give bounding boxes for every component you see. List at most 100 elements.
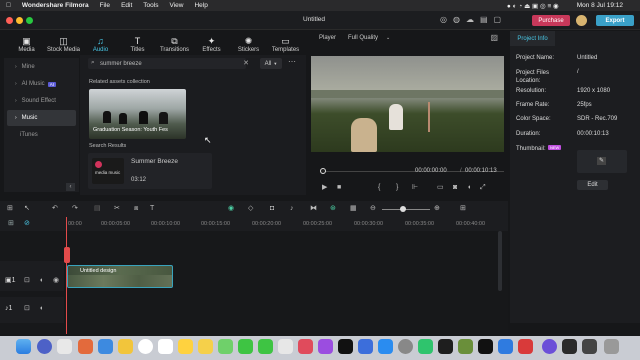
zoom-slider-handle[interactable] xyxy=(400,206,406,212)
chrome-icon[interactable] xyxy=(138,339,153,354)
clear-search-icon[interactable]: ✕ xyxy=(243,59,249,67)
preview-video[interactable] xyxy=(311,56,504,152)
filter-dropdown[interactable]: All ▼ xyxy=(260,58,282,69)
quality-dropdown[interactable]: Full Quality ⌄ xyxy=(348,35,390,41)
launchpad-icon[interactable] xyxy=(57,339,72,354)
fullscreen-icon[interactable]: ⤢ xyxy=(480,184,486,192)
maps-icon[interactable] xyxy=(218,339,233,354)
tab-titles[interactable]: T Titles xyxy=(119,31,156,55)
video-clip[interactable]: Untitled design xyxy=(67,265,173,288)
snapshot-icon[interactable]: ▨ xyxy=(490,33,498,42)
keynote-icon[interactable] xyxy=(358,339,373,354)
vertical-scrollbar[interactable] xyxy=(498,231,502,291)
tab-templates[interactable]: ▭ Templates xyxy=(267,31,304,55)
edit-pencil-icon[interactable]: ✎ xyxy=(597,157,606,165)
undo-icon[interactable]: ↶ xyxy=(52,205,58,213)
filmora-icon[interactable] xyxy=(562,339,577,354)
sidebar-item-ai-music[interactable]: › AI Music AI xyxy=(7,76,76,92)
menu-tools[interactable]: Tools xyxy=(143,2,158,9)
trash-icon[interactable] xyxy=(604,339,619,354)
capcut-icon[interactable] xyxy=(478,339,493,354)
text-icon[interactable]: T xyxy=(150,205,154,213)
lock-icon[interactable]: ⊡ xyxy=(24,277,30,285)
ai-assist-icon[interactable]: ◉ xyxy=(228,205,234,213)
zoom-slider[interactable] xyxy=(382,209,430,210)
crop-icon[interactable]: ⧈ xyxy=(134,205,138,213)
delete-icon[interactable]: ▤ xyxy=(94,205,101,213)
timeline-ruler[interactable]: ⊞ ⊘ 00:00 00:00:05:00 00:00:10:00 00:00:… xyxy=(0,217,508,231)
thumbnail-box[interactable]: ✎ xyxy=(577,150,627,173)
mark-in-icon[interactable]: { xyxy=(378,184,380,192)
whatsapp-icon[interactable] xyxy=(418,339,433,354)
tab-media[interactable]: ▣ Media xyxy=(8,31,45,55)
tab-project-info[interactable]: Project Info xyxy=(510,31,555,46)
title-tool-icons[interactable]: ◎◍☁▤▢ xyxy=(440,15,507,24)
sidebar-item-itunes[interactable]: iTunes xyxy=(7,127,76,143)
settings-icon[interactable] xyxy=(398,339,413,354)
notes-icon[interactable] xyxy=(118,339,133,354)
playhead-handle[interactable] xyxy=(64,247,70,263)
minecraft-icon[interactable] xyxy=(458,339,473,354)
sidebar-item-sound-effect[interactable]: › Sound Effect xyxy=(7,93,76,109)
tv-icon[interactable] xyxy=(338,339,353,354)
export-button[interactable]: Export xyxy=(596,15,634,26)
menu-edit[interactable]: Edit xyxy=(121,2,132,9)
facetime-icon[interactable] xyxy=(258,339,273,354)
display-icon[interactable]: ▭ xyxy=(437,184,444,192)
finder-icon[interactable] xyxy=(16,339,31,354)
volume-icon[interactable]: ◖ xyxy=(467,184,471,192)
edit-button[interactable]: Edit xyxy=(577,180,608,190)
stop-icon[interactable]: ■ xyxy=(337,184,341,192)
apple-icon[interactable]:  xyxy=(6,2,11,9)
minimize-window-button[interactable] xyxy=(16,17,23,24)
app-menu[interactable]: Wondershare Filmora xyxy=(22,2,89,9)
close-window-button[interactable] xyxy=(6,17,13,24)
effects-track-icon[interactable]: ⧓ xyxy=(310,205,317,213)
menu-view[interactable]: View xyxy=(169,2,183,9)
sidebar-item-mine[interactable]: › Mine xyxy=(7,59,76,75)
messages-icon[interactable] xyxy=(238,339,253,354)
shield-icon[interactable]: ◘ xyxy=(270,205,274,213)
tab-stock-media[interactable]: ◫ Stock Media xyxy=(45,31,82,55)
grid-icon[interactable]: ⊞ xyxy=(460,205,466,213)
mute-icon[interactable]: ◖ xyxy=(39,305,43,313)
layout-icon[interactable]: ⊞ xyxy=(7,205,13,213)
redo-icon[interactable]: ↷ xyxy=(72,205,78,213)
collapse-sidebar-button[interactable]: ‹ xyxy=(66,183,75,191)
select-tool-icon[interactable]: ↖ xyxy=(24,205,30,213)
cut-icon[interactable]: ✂ xyxy=(114,205,120,213)
menu-help[interactable]: Help xyxy=(194,2,207,9)
clock[interactable]: Mon 8 Jul 19:12 xyxy=(577,2,623,9)
split-icon[interactable]: ⊩ xyxy=(412,184,418,192)
calendar-icon[interactable] xyxy=(158,339,173,354)
stickies-icon[interactable] xyxy=(198,339,213,354)
mute-icon[interactable]: ◖ xyxy=(39,277,43,285)
mark-out-icon[interactable]: } xyxy=(396,184,398,192)
shield-app-icon[interactable] xyxy=(518,339,533,354)
tab-transitions[interactable]: ⧉ Transitions xyxy=(156,31,193,55)
status-icons[interactable]: ● ◐ ◔ ⏏ ▣ ◎ ≡ ◉ xyxy=(507,2,559,10)
search-input[interactable]: ⌕ summer breeze ✕ xyxy=(88,58,249,69)
list-item[interactable]: media music Summer Breeze 03:12 xyxy=(88,153,212,189)
zoom-out-icon[interactable]: ⊖ xyxy=(370,205,376,213)
reminders-icon[interactable] xyxy=(178,339,193,354)
more-options-icon[interactable]: ⋯ xyxy=(288,57,296,66)
eye-icon[interactable]: ◉ xyxy=(53,277,59,285)
mic-icon[interactable]: ♪ xyxy=(290,205,294,213)
purchase-button[interactable]: Purchase xyxy=(532,15,570,26)
link-icon[interactable]: ⊘ xyxy=(24,220,30,228)
music-app-icon[interactable] xyxy=(298,339,313,354)
scrubber-handle[interactable] xyxy=(320,168,326,174)
play-icon[interactable]: ▶ xyxy=(322,184,327,192)
add-track-icon[interactable]: ⊞ xyxy=(8,220,14,228)
app-icon[interactable] xyxy=(498,339,513,354)
avatar[interactable] xyxy=(576,15,587,26)
marker-icon[interactable]: ◇ xyxy=(248,205,253,213)
mail-icon[interactable] xyxy=(98,339,113,354)
snap-icon[interactable]: ⊛ xyxy=(330,205,336,213)
app-icon[interactable] xyxy=(542,339,557,354)
menu-file[interactable]: File xyxy=(100,2,110,9)
lock-icon[interactable]: ⊡ xyxy=(24,305,30,313)
zoom-in-icon[interactable]: ⊕ xyxy=(434,205,440,213)
tab-stickers[interactable]: ✺ Stickers xyxy=(230,31,267,55)
